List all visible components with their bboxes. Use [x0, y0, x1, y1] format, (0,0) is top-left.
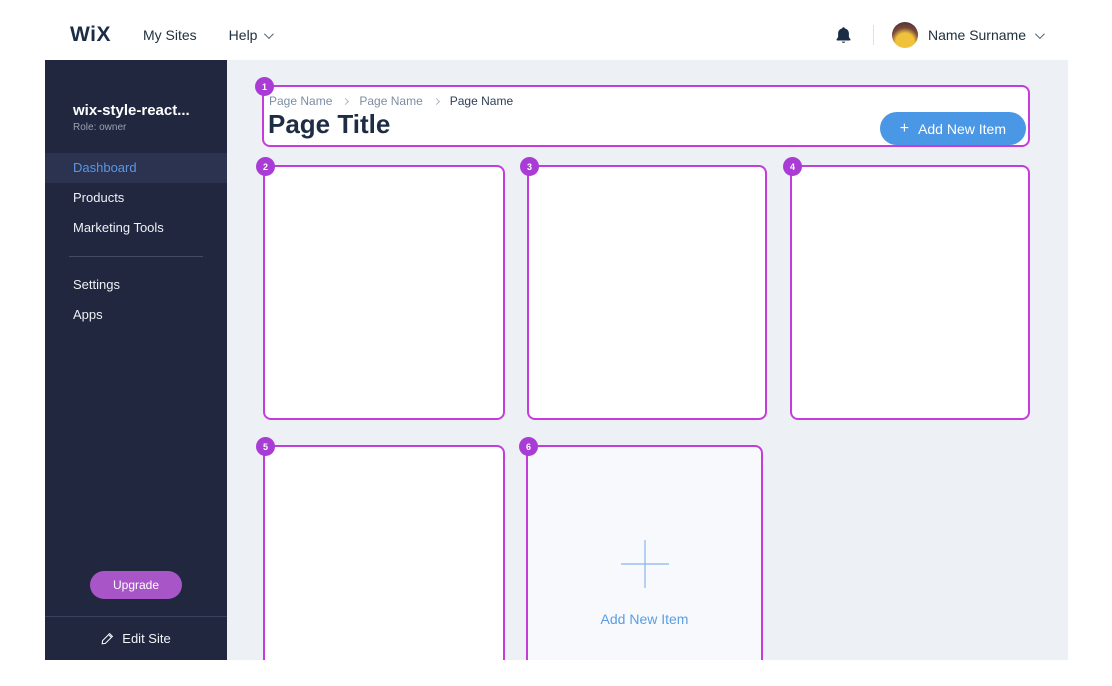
plus-icon: +	[899, 119, 910, 137]
breadcrumb-item-current: Page Name	[449, 94, 514, 108]
breadcrumb-item-1[interactable]: Page Name	[269, 94, 332, 108]
sidebar-item-settings[interactable]: Settings	[45, 270, 227, 300]
chevron-right-icon	[432, 97, 440, 105]
annotation-badge-4: 4	[783, 157, 802, 176]
annotation-badge-6: 6	[519, 437, 538, 456]
sidebar-bottom: Upgrade Edit Site	[45, 571, 227, 660]
top-header: WiX My Sites Help Name Surname	[45, 10, 1068, 60]
breadcrumb: Page Name Page Name Page Name	[269, 94, 513, 108]
add-new-item-button[interactable]: + Add New Item	[879, 112, 1026, 145]
annotation-badge-2: 2	[256, 157, 275, 176]
chevron-down-icon	[264, 28, 275, 39]
edit-site-label: Edit Site	[122, 631, 171, 646]
wix-logo[interactable]: WiX	[70, 23, 111, 47]
nav-help-label: Help	[228, 27, 258, 43]
annotated-region-card-2[interactable]: 2	[256, 157, 505, 420]
app-shell: wix-style-react... Role: owner Dashboard…	[45, 60, 1068, 660]
sidebar-nav: Dashboard Products Marketing Tools Setti…	[45, 153, 227, 330]
add-new-item-label: Add New Item	[918, 120, 1006, 137]
nav-help[interactable]: Help	[228, 27, 275, 43]
sidebar-item-products[interactable]: Products	[45, 183, 227, 213]
sidebar: wix-style-react... Role: owner Dashboard…	[45, 60, 227, 660]
user-name[interactable]: Name Surname	[928, 27, 1026, 43]
pencil-icon	[101, 632, 114, 645]
add-new-item-card[interactable]: 6 Add New Item	[519, 437, 763, 660]
sidebar-item-marketing-tools[interactable]: Marketing Tools	[45, 213, 227, 243]
edit-site-button[interactable]: Edit Site	[45, 617, 227, 660]
sidebar-item-dashboard[interactable]: Dashboard	[45, 153, 227, 183]
upgrade-button[interactable]: Upgrade	[89, 571, 183, 599]
main-content: 1 Page Name Page Name Page Name Page Tit…	[227, 60, 1068, 660]
annotated-region-card-4[interactable]: 4	[783, 157, 1030, 420]
sidebar-divider	[69, 256, 203, 257]
annotated-region-card-5[interactable]: 5	[256, 437, 505, 660]
annotation-badge-1: 1	[255, 77, 274, 96]
sidebar-item-apps[interactable]: Apps	[45, 300, 227, 330]
header-divider	[872, 25, 874, 45]
breadcrumb-item-2[interactable]: Page Name	[359, 94, 422, 108]
site-name: wix-style-react...	[73, 102, 190, 119]
header-right: Name Surname	[833, 22, 1045, 48]
nav-my-sites[interactable]: My Sites	[143, 27, 197, 43]
app-window: WiX My Sites Help Name Surname wix-style…	[45, 10, 1068, 660]
annotated-region-page-header: 1 Page Name Page Name Page Name Page Tit…	[255, 77, 1030, 147]
site-role: Role: owner	[73, 122, 127, 133]
add-new-item-card-label: Add New Item	[600, 610, 689, 627]
annotated-region-card-3[interactable]: 3	[520, 157, 767, 420]
page-title: Page Title	[268, 109, 391, 139]
chevron-down-icon[interactable]	[1034, 28, 1045, 39]
annotation-badge-5: 5	[256, 437, 275, 456]
annotation-badge-3: 3	[520, 157, 539, 176]
chevron-right-icon	[342, 97, 350, 105]
bell-icon	[836, 26, 851, 43]
plus-icon	[620, 539, 669, 588]
nav-my-sites-label: My Sites	[142, 27, 197, 43]
notifications-button[interactable]	[833, 23, 855, 47]
avatar[interactable]	[891, 22, 918, 48]
